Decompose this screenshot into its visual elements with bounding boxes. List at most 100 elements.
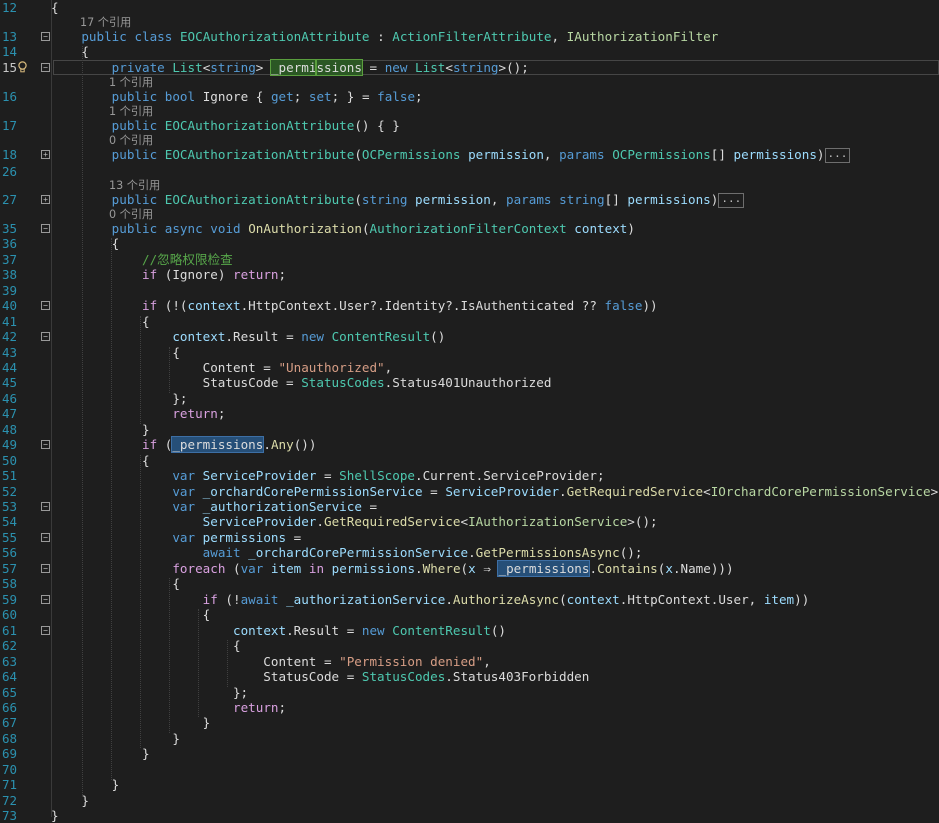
code-text: public EOCAuthorizationAttribute(string … [51,192,745,208]
code-line: 51 var ServiceProvider = ShellScope.Curr… [0,468,939,483]
code-text: context.Result = new ContentResult() [51,329,445,344]
token: ()) [293,437,317,452]
code-editor[interactable]: 12 {17 个引用 13 − public class EOCAuthorizati… [0,0,939,823]
code-line: 50 { [0,453,939,468]
token: >(); [930,484,939,499]
expand-icon[interactable]: + [41,150,50,159]
collapse-icon[interactable]: − [41,440,50,449]
code-text: { [51,44,89,59]
code-line: 52 var _orchardCorePermissionService = S… [0,484,939,499]
token: }; [51,391,188,406]
token: return [232,700,279,715]
code-text: { [51,345,180,360]
code-line: 62 { [0,638,939,653]
lightbulb-icon[interactable] [17,61,28,73]
token: private [111,60,165,75]
code-line: 13 − public class EOCAuthorizationAttribu… [0,29,939,44]
token: context [187,298,241,313]
code-line: 54 ServiceProvider.GetRequiredService<IA… [0,514,939,529]
codelens-references[interactable]: 0 个引用 [0,133,939,148]
token: ) [816,147,825,162]
collapse-icon[interactable]: − [41,564,50,573]
code-text: public class EOCAuthorizationAttribute :… [51,29,718,44]
collapsed-region-button[interactable]: ... [824,148,851,163]
token: { [51,314,150,329]
token: ContentResult [331,329,431,344]
code-text: StatusCode = StatusCodes.Status403Forbid… [51,669,589,684]
line-number: 47 [2,406,18,421]
token: List [415,60,446,75]
codelens-references[interactable]: 17 个引用 [0,15,939,30]
code-text: { [51,0,59,15]
line-number: 13 [2,29,18,44]
token: IOrchardCorePermissionService [710,484,931,499]
token: } [51,715,211,730]
collapse-icon[interactable]: − [41,626,50,635]
token: = [422,484,446,499]
code-text: var permissions = [51,530,301,545]
codelens-references[interactable]: 1 个引用 [0,104,939,119]
code-text: var ServiceProvider = ShellScope.Current… [51,468,604,483]
collapse-icon[interactable]: − [41,32,50,41]
token: context [566,592,620,607]
line-number: 71 [2,777,18,792]
token: ; } = [331,89,378,104]
token: ShellScope [339,468,415,483]
code-line: 12 { [0,0,939,15]
token: params [506,192,552,207]
code-line: 67 } [0,715,939,730]
codelens-text: 13 个引用 [109,179,161,192]
token: AuthorizationFilterContext [369,221,567,236]
line-number: 70 [2,762,18,777]
codelens-text: 0 个引用 [109,134,154,147]
token: var [240,561,264,576]
line-number: 51 [2,468,18,483]
codelens-references[interactable]: 13 个引用 [0,178,939,193]
line-number: 64 [2,669,18,684]
collapse-icon[interactable]: − [41,502,50,511]
code-line: 40 − if (!(context.HttpContext.User?.Iden… [0,298,939,313]
token: .HttpContext.User?.Identity?.IsAuthentic… [240,298,605,313]
collapse-icon[interactable]: − [41,332,50,341]
collapsed-region-button[interactable]: ... [718,193,745,208]
token: "Permission denied" [339,654,484,669]
token: context [574,221,628,236]
token: permission [468,147,544,162]
codelens-references[interactable]: 0 个引用 [0,207,939,222]
code-text: } [51,715,211,730]
token: } [51,422,150,437]
codelens-references[interactable]: 1 个引用 [0,75,939,90]
line-number: 60 [2,607,18,622]
token: void [210,221,241,236]
token: >(); [627,514,658,529]
token: = [361,60,385,75]
code-text: ServiceProvider.GetRequiredService<IAuth… [51,514,658,529]
code-text: return; [51,700,286,715]
codelens-text: 0 个引用 [109,208,154,221]
code-line: 66 return; [0,700,939,715]
token: .Status403Forbidden [445,669,590,684]
expand-icon[interactable]: + [41,195,50,204]
code-line: 44 Content = "Unauthorized", [0,360,939,375]
code-text: { [51,638,241,653]
token: context [172,329,226,344]
collapse-icon[interactable]: − [41,224,50,233]
line-number: 37 [2,252,18,267]
line-number: 57 [2,561,18,576]
code-line: 70 [0,762,939,777]
collapse-icon[interactable]: − [41,301,50,310]
line-number: 12 [2,0,18,15]
collapse-icon[interactable]: − [41,533,50,542]
line-number: 35 [2,221,18,236]
collapse-icon[interactable]: − [41,63,50,72]
token: public [81,29,127,44]
collapse-icon[interactable]: − [41,595,50,604]
